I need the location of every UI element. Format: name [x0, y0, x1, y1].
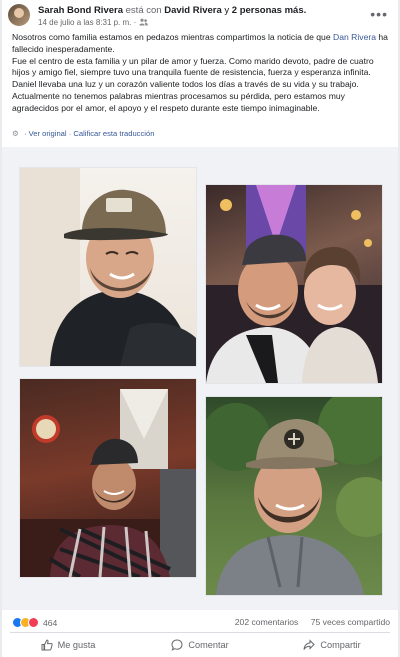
- mention-link[interactable]: Dan Rivera: [333, 32, 376, 42]
- comment-button[interactable]: Comentar: [134, 634, 266, 656]
- translation-bar: ⚙ · Ver original · Calificar esta traduc…: [12, 129, 154, 138]
- shares-count[interactable]: 75 veces compartido: [311, 617, 390, 627]
- comments-count[interactable]: 202 comentarios: [235, 617, 299, 627]
- share-label: Compartir: [320, 640, 361, 650]
- post-actions: Me gusta Comentar Compartir: [2, 634, 398, 656]
- engagement-counts: 202 comentarios 75 veces compartido: [235, 617, 390, 627]
- meta-separator: ·: [133, 18, 137, 27]
- comment-icon: [171, 639, 183, 651]
- photo-2[interactable]: [206, 185, 382, 383]
- photo-1-image: [20, 168, 196, 366]
- photo-4[interactable]: [206, 397, 382, 595]
- love-reaction-icon: [28, 617, 39, 628]
- thumbs-up-icon: [41, 639, 53, 651]
- post-text: Nosotros como familia estamos en pedazos…: [12, 32, 390, 115]
- more-options-icon[interactable]: •••: [370, 6, 388, 22]
- photo-4-image: [206, 397, 382, 595]
- tagged-person[interactable]: David Rivera: [164, 5, 222, 16]
- gear-icon: ⚙: [12, 129, 19, 138]
- post-meta: 14 de julio a las 8:31 p. m. ·: [38, 18, 148, 27]
- and-text: y: [224, 5, 230, 16]
- like-button[interactable]: Me gusta: [2, 634, 134, 656]
- avatar[interactable]: [8, 4, 30, 26]
- like-label: Me gusta: [57, 640, 96, 650]
- post-header: Sarah Bond Rivera está con David Rivera …: [8, 4, 392, 28]
- friends-icon: [138, 18, 148, 26]
- connector-text: está con: [125, 5, 162, 16]
- post-card: Sarah Bond Rivera está con David Rivera …: [2, 0, 398, 657]
- divider: [10, 632, 390, 633]
- reaction-count: 464: [43, 617, 58, 628]
- timestamp[interactable]: 14 de julio a las 8:31 p. m.: [38, 18, 131, 27]
- post-header-line: Sarah Bond Rivera está con David Rivera …: [38, 5, 306, 16]
- post-stats: 464 202 comentarios 75 veces compartido: [2, 613, 398, 633]
- photo-3[interactable]: [20, 379, 196, 577]
- body-text-pre: Nosotros como familia estamos en pedazos…: [12, 32, 331, 42]
- others-link[interactable]: 2 personas más.: [232, 5, 306, 16]
- comment-label: Comentar: [188, 640, 229, 650]
- share-button[interactable]: Compartir: [266, 634, 398, 656]
- translate-dot: ·: [23, 129, 27, 138]
- see-original-link[interactable]: Ver original: [29, 129, 67, 138]
- translate-dot-2: ·: [68, 129, 72, 138]
- body-paragraph-2: Fue el centro de esta familia y un pilar…: [12, 55, 374, 113]
- reactions-summary[interactable]: 464: [12, 617, 57, 628]
- photo-3-image: [20, 389, 196, 577]
- photo-1[interactable]: [20, 168, 196, 366]
- rate-translation-link[interactable]: Calificar esta traducción: [73, 129, 154, 138]
- photo-grid: [2, 147, 398, 610]
- photo-2-image: [206, 185, 382, 383]
- share-icon: [303, 639, 316, 650]
- author-name[interactable]: Sarah Bond Rivera: [38, 5, 123, 16]
